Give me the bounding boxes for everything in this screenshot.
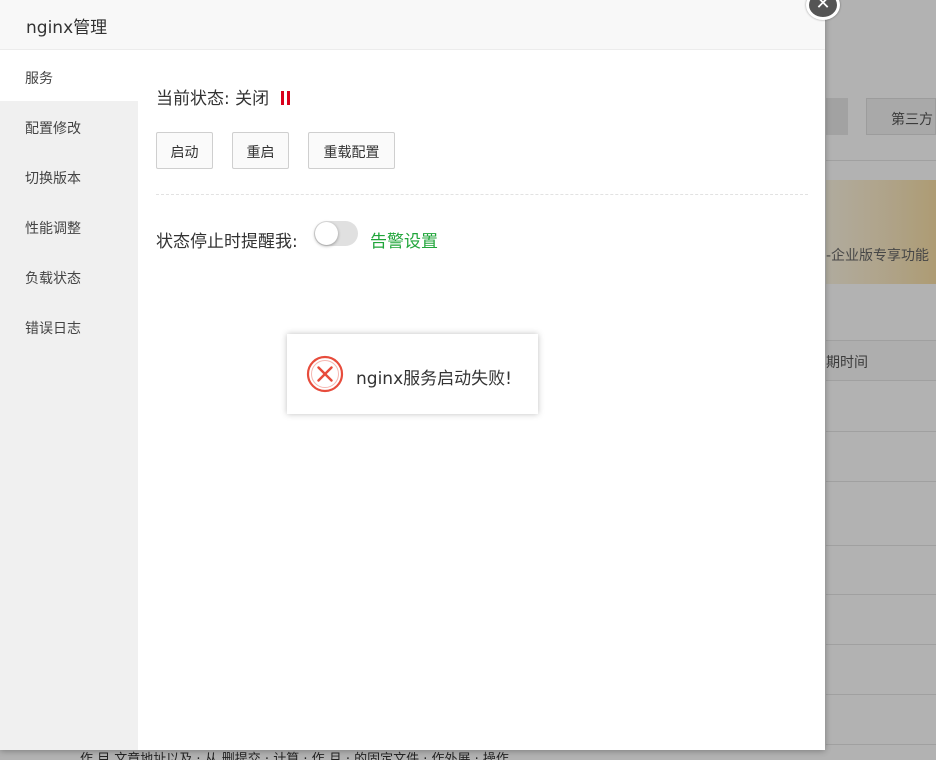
- alarm-settings-link[interactable]: 告警设置: [370, 227, 438, 252]
- status-label: 当前状态:: [156, 89, 230, 109]
- sidebar-item-config-edit[interactable]: 配置修改: [0, 101, 138, 151]
- divider: [156, 194, 808, 195]
- sidebar-item-load-status[interactable]: 负载状态: [0, 251, 138, 301]
- error-circle-icon: [306, 355, 344, 393]
- sidebar-item-performance[interactable]: 性能调整: [0, 201, 138, 251]
- window-title: nginx管理: [0, 0, 825, 50]
- error-toast: nginx服务启动失败!: [287, 334, 538, 414]
- toggle-knob: [315, 222, 338, 245]
- restart-button[interactable]: 重启: [232, 132, 289, 169]
- status-line: 当前状态: 关闭: [156, 84, 291, 109]
- remind-label: 状态停止时提醒我:: [156, 232, 298, 252]
- remind-toggle[interactable]: [314, 221, 358, 246]
- sidebar-item-error-log[interactable]: 错误日志: [0, 301, 138, 351]
- start-button[interactable]: 启动: [156, 132, 213, 169]
- status-value: 关闭: [235, 89, 270, 109]
- sidebar-item-service[interactable]: 服务: [0, 51, 138, 101]
- sidebar: 服务 配置修改 切换版本 性能调整 负载状态 错误日志: [0, 51, 138, 750]
- reload-config-button[interactable]: 重载配置: [308, 132, 395, 169]
- toast-message: nginx服务启动失败!: [356, 369, 512, 389]
- pause-icon: [280, 91, 291, 105]
- sidebar-item-switch-version[interactable]: 切换版本: [0, 151, 138, 201]
